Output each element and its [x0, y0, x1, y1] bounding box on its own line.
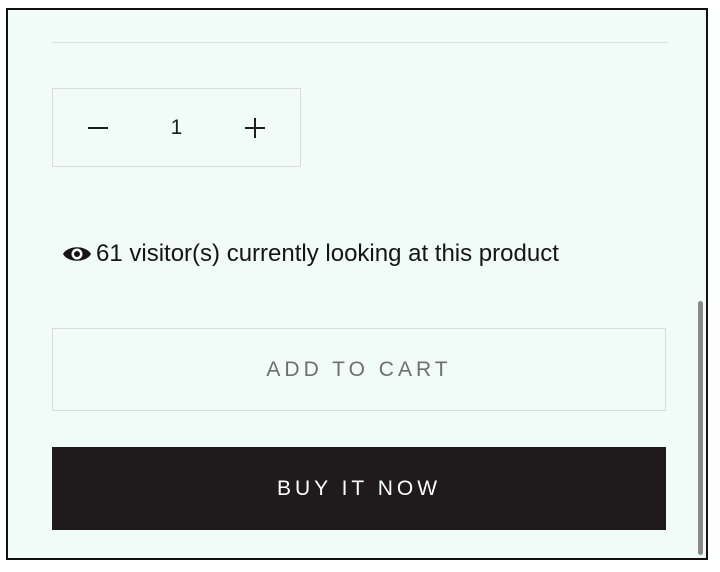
- eye-icon: [63, 247, 91, 261]
- visitor-count-notice: 61 visitor(s) currently looking at this …: [62, 240, 559, 268]
- section-divider: [52, 42, 668, 43]
- add-to-cart-button[interactable]: ADD TO CART: [52, 328, 666, 411]
- decrement-button[interactable]: [83, 113, 113, 143]
- quantity-value[interactable]: 1: [157, 116, 197, 140]
- buy-it-now-button[interactable]: BUY IT NOW: [52, 447, 666, 530]
- quantity-stepper: 1: [52, 88, 301, 167]
- product-form-panel: 1 61 visitor(s) currently looking at thi…: [6, 8, 708, 560]
- increment-button[interactable]: [240, 113, 270, 143]
- minus-icon: [88, 126, 108, 129]
- scrollbar-thumb[interactable]: [698, 301, 703, 555]
- visitor-count-text: 61 visitor(s) currently looking at this …: [96, 240, 559, 267]
